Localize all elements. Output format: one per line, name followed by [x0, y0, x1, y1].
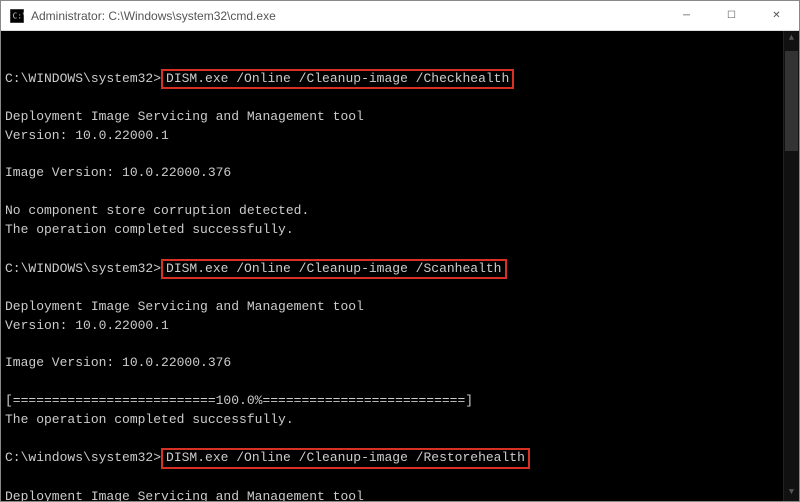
vertical-scrollbar[interactable]: ▲ ▼ — [783, 31, 799, 501]
scroll-up-arrow[interactable]: ▲ — [784, 31, 799, 47]
output-line: Image Version: 10.0.22000.376 — [5, 165, 231, 180]
output-line: The operation completed successfully. — [5, 412, 294, 427]
output-line: Deployment Image Servicing and Managemen… — [5, 489, 364, 501]
cmd-window: C:\ Administrator: C:\Windows\system32\c… — [0, 0, 800, 502]
scrollbar-thumb[interactable] — [785, 51, 798, 151]
output-line: Version: 10.0.22000.1 — [5, 318, 169, 333]
minimize-button[interactable]: ─ — [664, 1, 709, 30]
svg-text:C:\: C:\ — [13, 11, 24, 20]
output-line: Deployment Image Servicing and Managemen… — [5, 299, 364, 314]
output-line: Image Version: 10.0.22000.376 — [5, 355, 231, 370]
terminal-area[interactable]: C:\WINDOWS\system32>DISM.exe /Online /Cl… — [1, 31, 799, 501]
output-line: No component store corruption detected. — [5, 203, 309, 218]
scroll-down-arrow[interactable]: ▼ — [784, 485, 799, 501]
close-button[interactable]: ✕ — [754, 1, 799, 30]
window-title: Administrator: C:\Windows\system32\cmd.e… — [31, 9, 664, 23]
terminal-content: C:\WINDOWS\system32>DISM.exe /Online /Cl… — [5, 50, 795, 501]
cmd-icon: C:\ — [9, 8, 25, 24]
maximize-button[interactable]: ☐ — [709, 1, 754, 30]
output-line: The operation completed successfully. — [5, 222, 294, 237]
prompt-line: C:\WINDOWS\system32> — [5, 71, 161, 86]
highlighted-command-3: DISM.exe /Online /Cleanup-image /Restore… — [161, 448, 530, 468]
output-line: Version: 10.0.22000.1 — [5, 128, 169, 143]
window-controls: ─ ☐ ✕ — [664, 1, 799, 30]
output-line: Deployment Image Servicing and Managemen… — [5, 109, 364, 124]
prompt-line: C:\windows\system32> — [5, 450, 161, 465]
highlighted-command-1: DISM.exe /Online /Cleanup-image /Checkhe… — [161, 69, 514, 89]
progress-bar: [==========================100.0%=======… — [5, 393, 473, 408]
titlebar[interactable]: C:\ Administrator: C:\Windows\system32\c… — [1, 1, 799, 31]
prompt-line: C:\WINDOWS\system32> — [5, 261, 161, 276]
highlighted-command-2: DISM.exe /Online /Cleanup-image /Scanhea… — [161, 259, 506, 279]
